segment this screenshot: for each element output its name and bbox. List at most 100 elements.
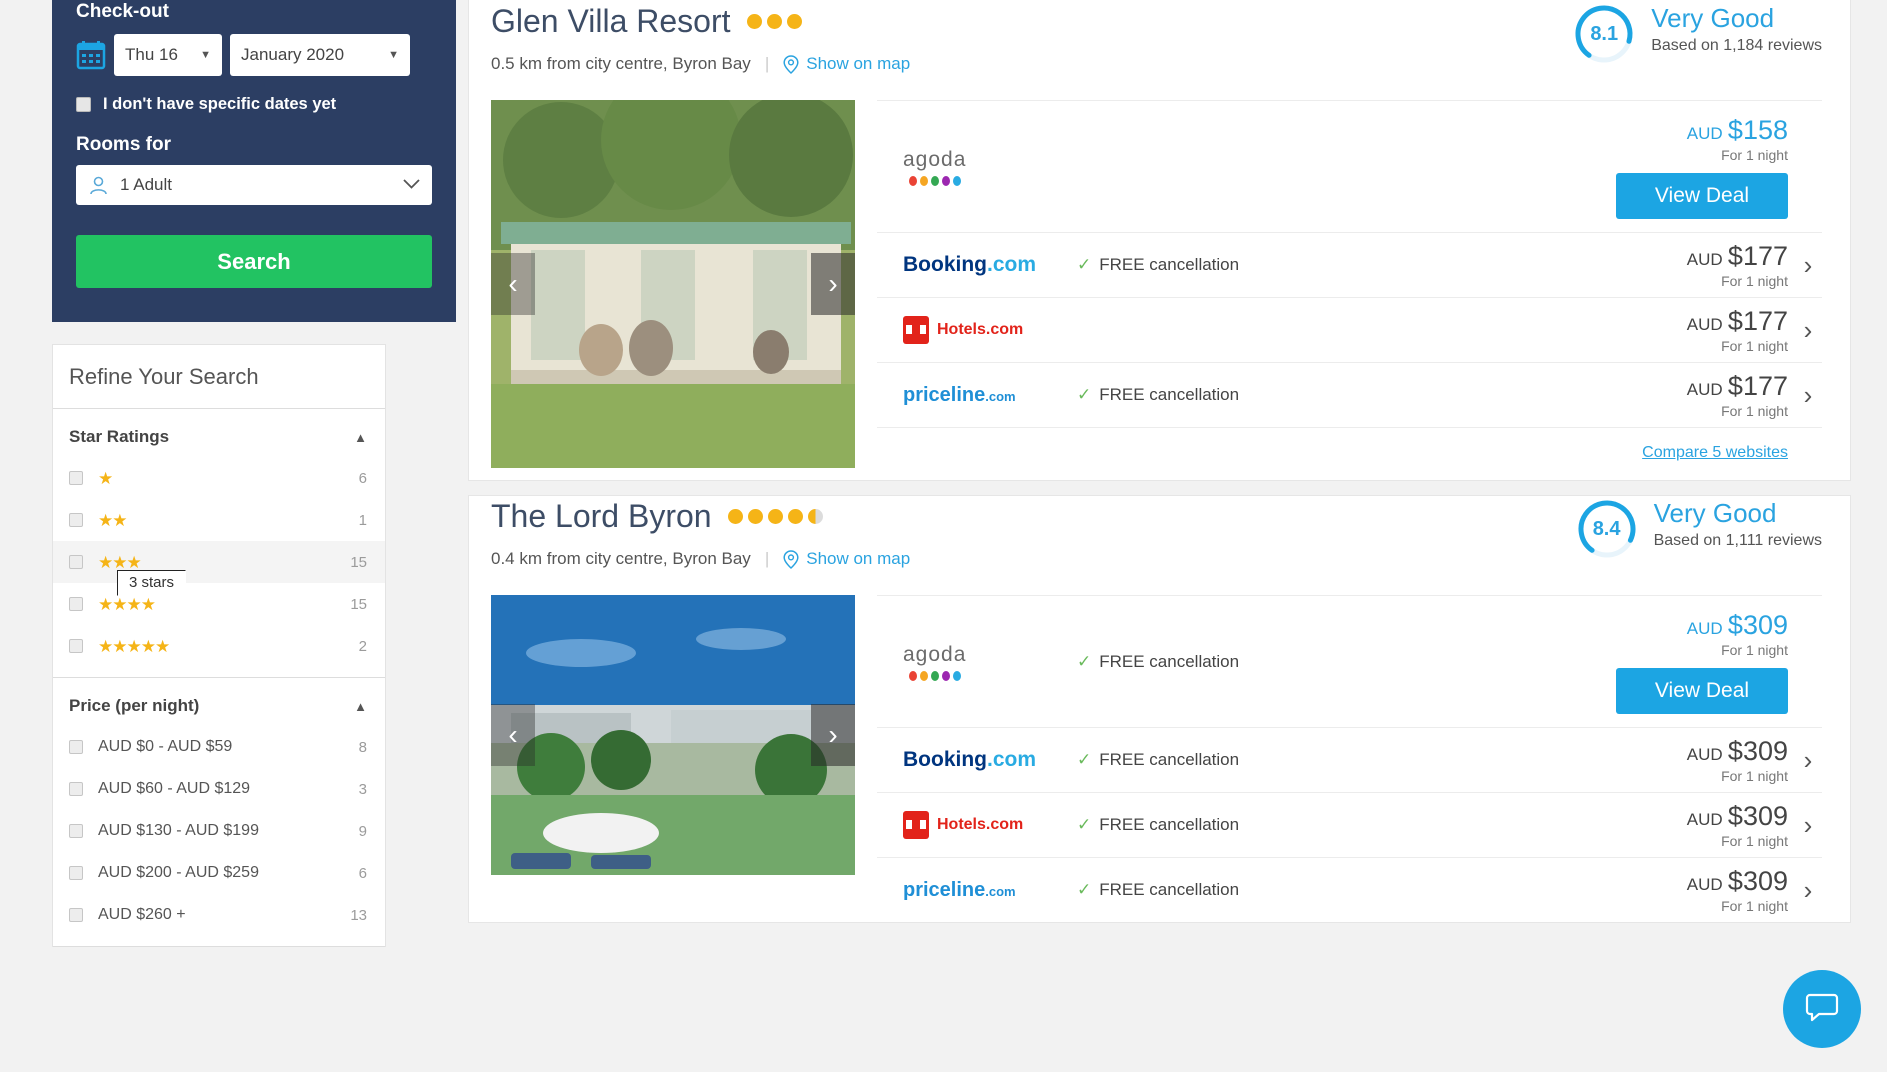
deal-provider-logo[interactable]: Hotels.com <box>877 811 1077 839</box>
deal-provider-logo[interactable]: agoda <box>877 643 1077 681</box>
photo-prev-button[interactable]: ‹ <box>491 704 535 766</box>
hotel-photo[interactable]: ‹ › <box>491 595 855 875</box>
filter-row[interactable]: AUD $60 - AUD $129 3 <box>53 768 385 810</box>
checkout-day-select[interactable]: Thu 16 ▼ <box>114 34 222 76</box>
deal-provider-logo[interactable]: Hotels.com <box>877 316 1077 344</box>
filter-checkbox[interactable] <box>69 740 83 754</box>
deal-amount: $158 <box>1727 114 1788 145</box>
search-button[interactable]: Search <box>76 235 432 288</box>
filter-checkbox[interactable] <box>69 908 83 922</box>
guests-select[interactable]: 1 Adult <box>76 165 432 205</box>
deal-price-block: AUD $309 For 1 night <box>1584 736 1794 784</box>
deal-row[interactable]: agoda ✓ FREE cancellation AUD $309 For 1 nig… <box>877 595 1822 727</box>
hotel-name[interactable]: The Lord Byron <box>491 498 712 535</box>
hotel-name[interactable]: Glen Villa Resort <box>491 3 731 40</box>
deal-chevron-right-icon[interactable]: › <box>1794 745 1822 776</box>
deal-amount: $309 <box>1727 736 1788 766</box>
deal-row[interactable]: priceline.com ✓ FREE cancellation AUD $309 F… <box>877 857 1822 922</box>
photo-next-button[interactable]: › <box>811 253 855 315</box>
filter-checkbox[interactable] <box>69 782 83 796</box>
no-dates-checkbox-row[interactable]: I don't have specific dates yet <box>76 95 432 114</box>
filter-row[interactable]: ★★ 1 <box>53 499 385 541</box>
price-range-label: AUD $130 - AUD $199 <box>98 822 259 839</box>
collapse-arrow-icon[interactable]: ▲ <box>354 430 367 445</box>
hotels-logo: Hotels.com <box>903 811 1023 839</box>
filter-checkbox[interactable] <box>69 639 83 653</box>
deal-period: For 1 night <box>1721 833 1788 849</box>
divider: | <box>764 54 770 73</box>
booking-logo: Booking.com <box>903 748 1037 771</box>
deal-provider-logo[interactable]: Booking.com <box>877 748 1077 772</box>
chat-widget-button[interactable] <box>1783 970 1861 1048</box>
deal-amount: $309 <box>1727 801 1788 831</box>
filter-row[interactable]: ★★★★ 15 <box>53 583 385 625</box>
deal-price-block: AUD $309 For 1 night <box>1584 801 1794 849</box>
filter-checkbox[interactable] <box>69 866 83 880</box>
filter-row[interactable]: AUD $0 - AUD $59 8 <box>53 726 385 768</box>
show-on-map-link[interactable]: Show on map <box>783 54 910 74</box>
deal-row[interactable]: Hotels.com ✓ FREE cancellation AUD $309 For … <box>877 792 1822 857</box>
deal-provider-logo[interactable]: priceline.com <box>877 384 1077 407</box>
hotel-photo[interactable]: ‹ › <box>491 100 855 468</box>
guests-value: 1 Adult <box>120 175 172 194</box>
deal-amount: $309 <box>1727 609 1788 640</box>
photo-prev-button[interactable]: ‹ <box>491 253 535 315</box>
deal-row[interactable]: Hotels.com AUD $177 For 1 night › <box>877 297 1822 362</box>
deal-row[interactable]: agoda AUD $158 For 1 night View Deal <box>877 100 1822 232</box>
filter-checkbox[interactable] <box>69 597 83 611</box>
compare-websites-link[interactable]: Compare 5 websites <box>1642 444 1788 461</box>
check-icon: ✓ <box>1077 385 1092 404</box>
deal-row[interactable]: Booking.com ✓ FREE cancellation AUD $309 For… <box>877 727 1822 792</box>
deal-chevron-right-icon[interactable]: › <box>1794 250 1822 281</box>
deal-chevron-right-icon[interactable]: › <box>1794 315 1822 346</box>
filter-section-header[interactable]: Price (per night) ▲ <box>53 678 385 726</box>
chevron-down-icon <box>403 178 420 192</box>
checkout-month-select[interactable]: January 2020 ▼ <box>230 34 410 76</box>
deal-provider-logo[interactable]: Booking.com <box>877 253 1077 277</box>
deal-provider-logo[interactable]: priceline.com <box>877 879 1077 902</box>
photo-next-button[interactable]: › <box>811 704 855 766</box>
hotel-rating: 8.4 Very Good Based on 1,111 reviews <box>1576 496 1822 560</box>
filter-count: 13 <box>350 906 367 924</box>
star-rating-label: ★★★ <box>98 552 142 572</box>
filter-count: 9 <box>358 822 367 840</box>
deal-chevron-right-icon[interactable]: › <box>1794 875 1822 906</box>
check-icon: ✓ <box>1077 750 1092 769</box>
star-dot-icon <box>766 14 782 29</box>
filter-checkbox[interactable] <box>69 513 83 527</box>
booking-logo: Booking.com <box>903 253 1037 276</box>
deal-price-block: AUD $158 For 1 night View Deal <box>1584 115 1794 219</box>
view-deal-button[interactable]: View Deal <box>1616 172 1788 219</box>
filter-section-title: Price (per night) <box>69 696 200 715</box>
filter-row[interactable]: AUD $200 - AUD $259 6 <box>53 852 385 894</box>
left-sidebar: Check-out Thu 16 ▼ January 2020 ▼ I don'… <box>0 0 468 1072</box>
filter-checkbox[interactable] <box>69 555 83 569</box>
deal-currency: AUD <box>1686 618 1723 638</box>
hotel-card-header: Glen Villa Resort 0.5 km from city centre… <box>469 1 1850 74</box>
chevron-down-icon: ▼ <box>200 49 211 61</box>
view-deal-button[interactable]: View Deal <box>1616 667 1788 714</box>
free-cancellation-label: FREE cancellation <box>1099 385 1240 404</box>
deal-currency: AUD <box>1686 875 1723 894</box>
filter-row[interactable]: AUD $260 + 13 <box>53 894 385 936</box>
deals-list: agoda AUD $158 For 1 night View Deal Booking… <box>877 100 1822 480</box>
deal-price: AUD $177 <box>1584 241 1788 272</box>
hotel-card: Glen Villa Resort 0.5 km from city centre… <box>468 0 1851 481</box>
no-dates-checkbox[interactable] <box>76 97 91 112</box>
filter-row[interactable]: ★ 6 <box>53 457 385 499</box>
hotel-rating: 8.1 Very Good Based on 1,184 reviews <box>1573 1 1822 65</box>
deal-provider-logo[interactable]: agoda <box>877 148 1077 186</box>
deal-chevron-right-icon[interactable]: › <box>1794 380 1822 411</box>
review-score-ring: 8.4 <box>1576 498 1638 560</box>
deal-row[interactable]: Booking.com ✓ FREE cancellation AUD $177 For… <box>877 232 1822 297</box>
filter-row[interactable]: ★★★ 15 3 stars <box>53 541 385 596</box>
filter-checkbox[interactable] <box>69 471 83 485</box>
filter-checkbox[interactable] <box>69 824 83 838</box>
filter-row[interactable]: ★★★★★ 2 <box>53 625 385 667</box>
deal-chevron-right-icon[interactable]: › <box>1794 810 1822 841</box>
filter-section-header[interactable]: Star Ratings ▲ <box>53 409 385 457</box>
filter-row[interactable]: AUD $130 - AUD $199 9 <box>53 810 385 852</box>
collapse-arrow-icon[interactable]: ▲ <box>354 699 367 714</box>
show-on-map-link[interactable]: Show on map <box>783 549 910 569</box>
deal-row[interactable]: priceline.com ✓ FREE cancellation AUD $177 F… <box>877 362 1822 427</box>
